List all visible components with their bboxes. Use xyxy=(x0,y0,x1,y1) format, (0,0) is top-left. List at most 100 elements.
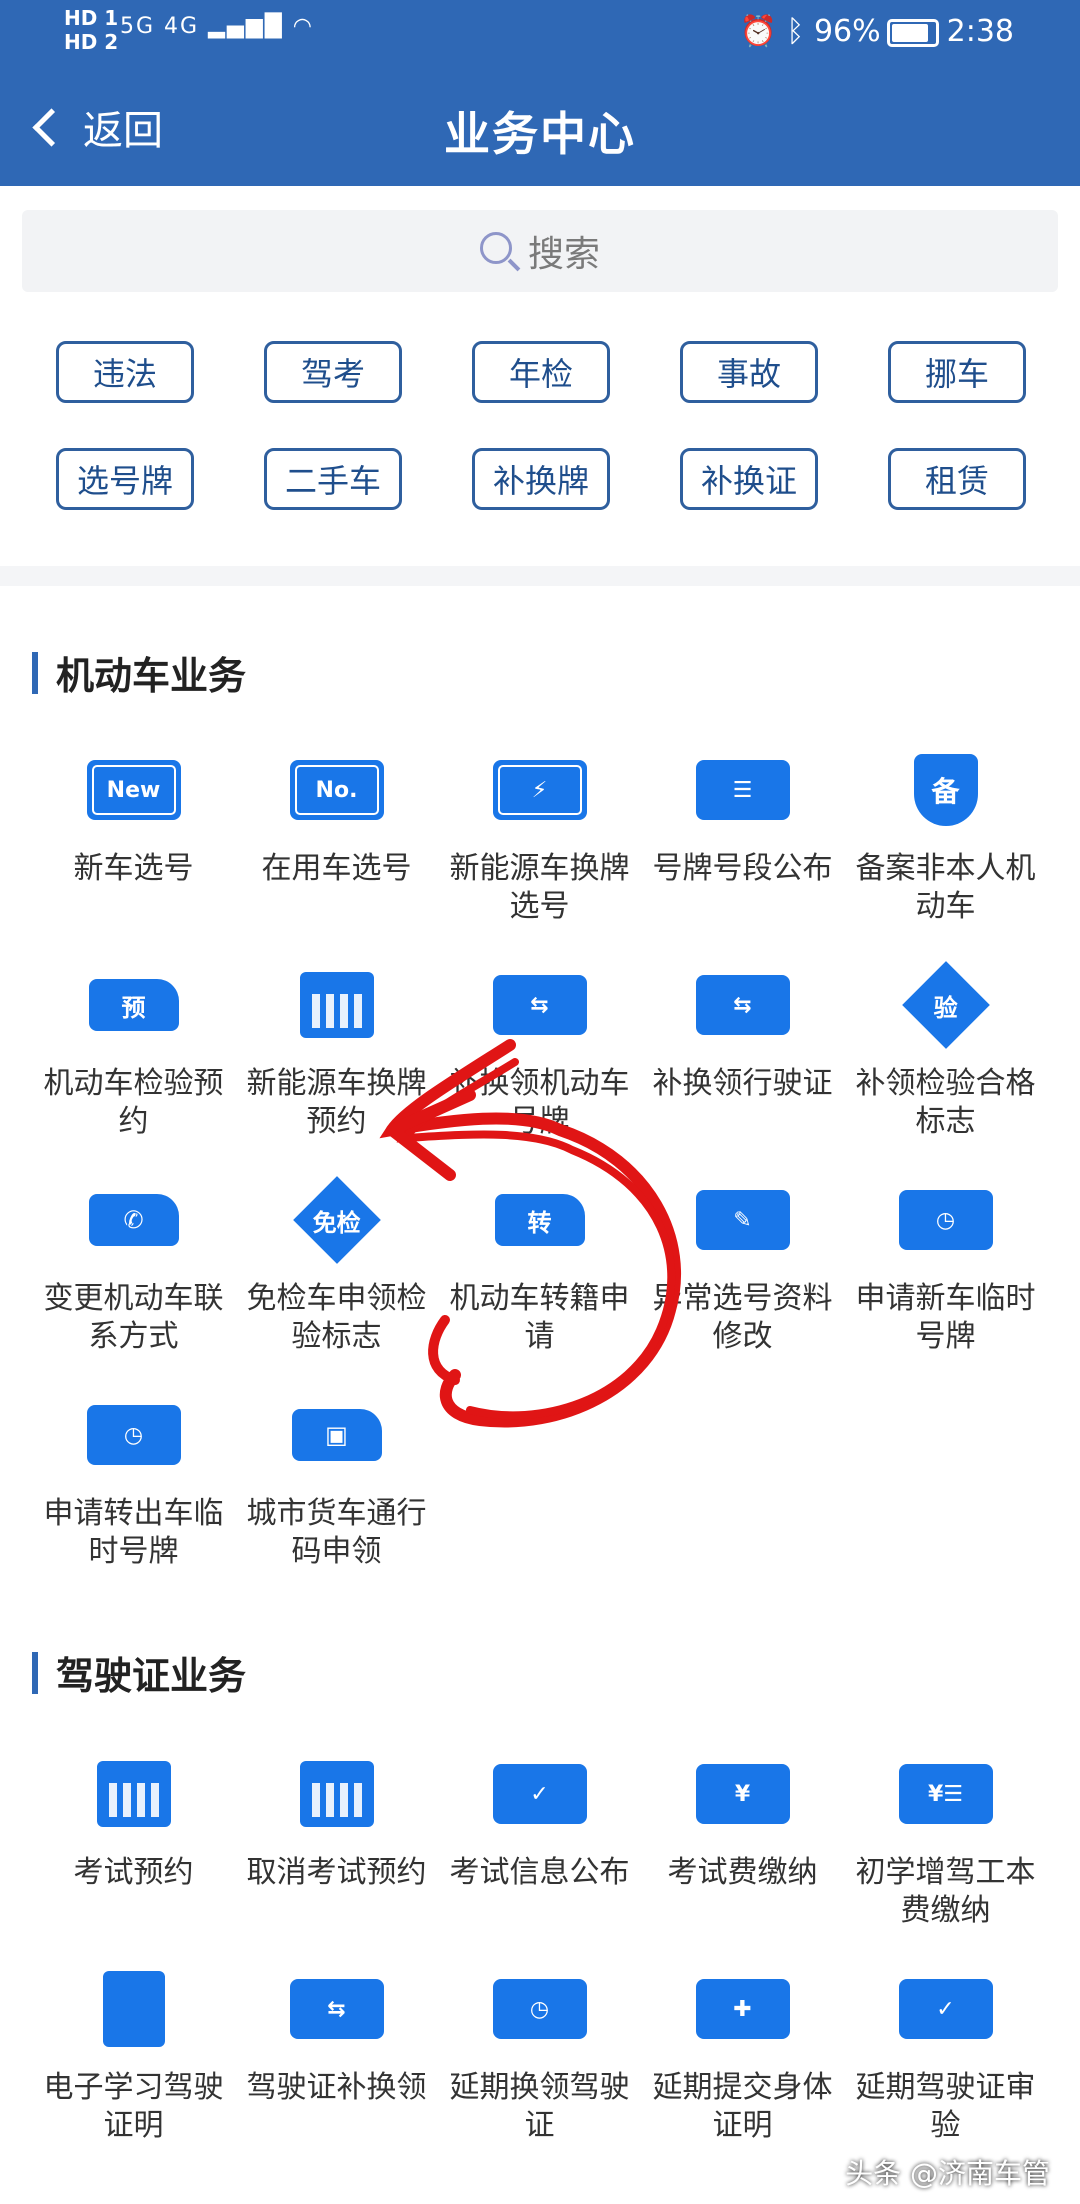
service-label: 备案非本人机动车 xyxy=(855,851,1036,924)
service-label: 延期提交身体证明 xyxy=(652,2070,833,2143)
quick-tag[interactable]: 违法 xyxy=(56,341,194,403)
service-item[interactable]: ⇆ 补换领机动车号牌 xyxy=(438,963,641,1178)
id-swap-icon: ⇆ xyxy=(289,1967,385,2051)
service-label: 新能源车换牌选号 xyxy=(449,851,630,924)
inspection-diamond-icon: 验 xyxy=(898,961,994,1049)
quick-tag[interactable]: 二手车 xyxy=(264,448,402,510)
service-item[interactable]: New 新车选号 xyxy=(32,748,235,963)
service-item[interactable]: ◷ 申请新车临时号牌 xyxy=(844,1178,1047,1393)
status-bar: HD 1 HD 2 5G 4G ▂▄▆█ ◠ ⏰ ᛒ 96% 2:38 xyxy=(0,0,1080,64)
service-item[interactable]: No. 在用车选号 xyxy=(235,748,438,963)
service-item[interactable]: 验补领检验合格标志 xyxy=(844,961,1047,1178)
edit-plate-icon: ✎ xyxy=(695,1178,791,1262)
service-item[interactable]: ✎ 异常选号资料修改 xyxy=(641,1178,844,1393)
section-marker xyxy=(32,651,38,694)
service-item[interactable]: 备备案非本人机动车 xyxy=(844,748,1047,963)
service-item[interactable]: ✚ 延期提交身体证明 xyxy=(641,1967,844,2182)
service-item[interactable]: ⇆ 驾驶证补换领 xyxy=(235,1967,438,2182)
yen-card-icon: ¥☰ xyxy=(898,1752,994,1836)
exempt-diamond-icon: 免检 xyxy=(289,1176,385,1264)
alarm-icon: ⏰ xyxy=(739,14,777,49)
calendar-icon xyxy=(86,1752,182,1836)
truck-booking-icon: 预 xyxy=(86,963,182,1047)
section-title-license: 驾驶证业务 xyxy=(32,1645,246,1700)
calendar-cancel-icon xyxy=(289,1752,385,1836)
section-divider xyxy=(0,566,1080,586)
quick-tag[interactable]: 租赁 xyxy=(888,448,1026,510)
service-item[interactable]: ¥ 考试费缴纳 xyxy=(641,1752,844,1967)
service-item[interactable]: 免检免检车申领检验标志 xyxy=(235,1176,438,1393)
signal-icon: 5G 4G ▂▄▆█ ◠ xyxy=(120,14,314,39)
service-item[interactable]: ◷ 申请转出车临时号牌 xyxy=(32,1393,235,1608)
service-item[interactable]: ◷ 延期换领驾驶证 xyxy=(438,1967,641,2182)
service-label: 考试费缴纳 xyxy=(667,1855,818,1890)
quick-tag[interactable]: 驾考 xyxy=(264,341,402,403)
service-item[interactable]: ¥☰ 初学增驾工本费缴纳 xyxy=(844,1752,1047,1967)
app-header: HD 1 HD 2 5G 4G ▂▄▆█ ◠ ⏰ ᛒ 96% 2:38 返回 业务… xyxy=(0,0,1080,186)
quick-tag[interactable]: 年检 xyxy=(472,341,610,403)
service-item[interactable]: 转机动车转籍申请 xyxy=(438,1178,641,1393)
id-check-icon: ✓ xyxy=(898,1967,994,2051)
status-right: ⏰ ᛒ 96% 2:38 xyxy=(739,14,1014,50)
notice-board-icon: ☰ xyxy=(695,748,791,832)
shield-icon: 备 xyxy=(898,748,994,832)
clock: 2:38 xyxy=(946,14,1014,49)
ev-plate-icon: ⚡ xyxy=(492,748,588,832)
notice-check-icon: ✓ xyxy=(492,1752,588,1836)
quick-tag[interactable]: 补换证 xyxy=(680,448,818,510)
hd2-indicator: HD 2 xyxy=(64,30,119,54)
quick-tag[interactable]: 事故 xyxy=(680,341,818,403)
service-item[interactable]: ⇆ 补换领行驶证 xyxy=(641,963,844,1178)
truck-transfer-icon: 转 xyxy=(492,1178,588,1262)
service-item[interactable]: 预机动车检验预约 xyxy=(32,963,235,1178)
service-label: 新车选号 xyxy=(73,851,194,886)
section-title-text: 驾驶证业务 xyxy=(56,1654,247,1698)
service-label: 机动车转籍申请 xyxy=(449,1281,630,1354)
ev-calendar-icon xyxy=(289,963,385,1047)
section-title-vehicle: 机动车业务 xyxy=(32,645,246,700)
service-item[interactable]: 电子学习驾驶证明 xyxy=(32,1967,235,2182)
service-label: 取消考试预约 xyxy=(246,1855,427,1890)
service-item[interactable]: 取消考试预约 xyxy=(235,1752,438,1967)
document-icon xyxy=(86,1967,182,2051)
truck-phone-icon: ✆ xyxy=(86,1178,182,1262)
swap-license-icon: ⇆ xyxy=(695,963,791,1047)
service-label: 新能源车换牌预约 xyxy=(246,1066,427,1139)
sim-indicators: HD 1 HD 2 xyxy=(64,6,118,54)
section-marker xyxy=(32,1651,38,1694)
swap-plate-icon: ⇆ xyxy=(492,963,588,1047)
service-label: 补换领机动车号牌 xyxy=(449,1066,630,1139)
temp-plate-out-icon: ◷ xyxy=(86,1393,182,1477)
search-input[interactable]: 搜索 xyxy=(22,210,1058,292)
quick-tag[interactable]: 补换牌 xyxy=(472,448,610,510)
service-label: 考试信息公布 xyxy=(449,1855,630,1890)
hd1-indicator: HD 1 xyxy=(64,6,119,30)
service-label: 延期驾驶证审验 xyxy=(855,2070,1036,2143)
quick-tags: 违法 驾考 年检 事故 挪车选号牌 二手车 补换牌 补换证 租赁 xyxy=(56,341,1026,510)
service-item[interactable]: 新能源车换牌预约 xyxy=(235,963,438,1178)
service-label: 申请转出车临时号牌 xyxy=(43,1496,224,1569)
truck-pass-icon: ▣ xyxy=(289,1393,385,1477)
watermark: 头条 @济南车管 xyxy=(845,2157,1050,2190)
new-plate-icon: New xyxy=(86,748,182,832)
service-item[interactable]: ✆ 变更机动车联系方式 xyxy=(32,1178,235,1393)
quick-tag[interactable]: 挪车 xyxy=(888,341,1026,403)
service-item[interactable]: ☰ 号牌号段公布 xyxy=(641,748,844,963)
service-item[interactable]: ⚡ 新能源车换牌选号 xyxy=(438,748,641,963)
service-label: 免检车申领检验标志 xyxy=(246,1281,427,1354)
bluetooth-icon: ᛒ xyxy=(786,14,805,49)
service-label: 变更机动车联系方式 xyxy=(43,1281,224,1354)
service-label: 申请新车临时号牌 xyxy=(855,1281,1036,1354)
quick-tag[interactable]: 选号牌 xyxy=(56,448,194,510)
service-item[interactable]: ✓ 考试信息公布 xyxy=(438,1752,641,1967)
search-icon xyxy=(479,232,512,264)
search-placeholder: 搜索 xyxy=(527,234,600,275)
service-item[interactable]: 考试预约 xyxy=(32,1752,235,1967)
service-label: 补换领行驶证 xyxy=(652,1066,833,1101)
service-label: 城市货车通行码申领 xyxy=(246,1496,427,1569)
battery-percent: 96% xyxy=(813,14,881,49)
service-item[interactable]: ▣ 城市货车通行码申领 xyxy=(235,1393,438,1608)
service-item[interactable]: ✓ 延期驾驶证审验 xyxy=(844,1967,1047,2182)
page-title: 业务中心 xyxy=(444,107,636,161)
receipt-yen-icon: ¥ xyxy=(695,1752,791,1836)
